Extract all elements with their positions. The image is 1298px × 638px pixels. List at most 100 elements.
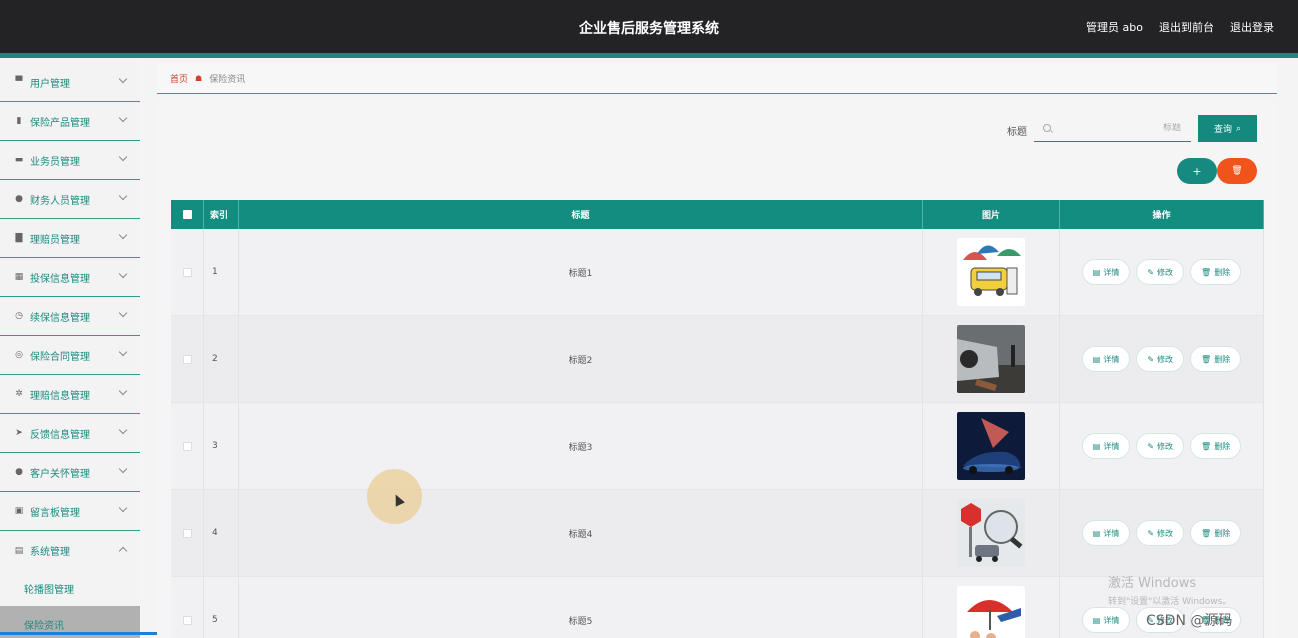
sidebar-item-feedback[interactable]: ➤ 反馈信息管理 [0,414,140,453]
chevron-down-icon [118,464,128,474]
doc-icon: ▤ [14,545,24,556]
delete-button[interactable]: 🗑 删除 [1190,433,1242,459]
sidebar-item-care[interactable]: ● 客户关怀管理 [0,453,140,492]
row-thumbnail [957,412,1025,480]
row-index: 2 [204,316,239,402]
add-button[interactable]: + [1177,158,1217,184]
table-row: 4 标题4 ▤ 详情 ✎ 修改 🗑 删除 [171,490,1264,577]
header-actions: 管理员 abo 退出到前台 退出登录 [1086,19,1274,35]
sidebar-item-finance[interactable]: ● 财务人员管理 [0,180,140,219]
trash-icon: 🗑 [1201,441,1212,451]
edit-button[interactable]: ✎ 修改 [1136,433,1185,459]
search-input[interactable] [1057,123,1187,133]
detail-icon: ▤ [1092,354,1101,364]
detail-button[interactable]: ▤ 详情 [1081,607,1131,633]
edit-button[interactable]: ✎ 修改 [1136,520,1185,546]
edit-button[interactable]: ✎ 修改 [1136,259,1185,285]
chevron-down-icon [118,503,128,513]
search-field [1034,115,1191,142]
detail-button[interactable]: ▤ 详情 [1081,259,1131,285]
sidebar-item-claimer[interactable]: ▇ 理赔员管理 [0,219,140,258]
table-row: 3 标题3 ▤ 详情 ✎ 修改 🗑 删除 [171,403,1264,490]
delete-button[interactable]: 🗑 删除 [1190,346,1242,372]
detail-button[interactable]: ▤ 详情 [1081,346,1131,372]
chevron-down-icon [118,113,128,123]
home-icon: ☗ [195,73,203,83]
detail-icon: ▤ [1092,528,1101,538]
table-body: 1 标题1 ▤ 详情 ✎ 修改 🗑 删除 2 标题2 ▤ 详情 ✎ 修改 🗑 删… [171,229,1264,638]
select-all-checkbox[interactable] [182,210,192,219]
edit-icon: ✎ [1147,528,1155,538]
clock-icon: ◷ [15,311,23,321]
row-checkbox[interactable] [182,267,192,277]
row-title: 标题1 [239,229,923,315]
row-index: 1 [204,229,239,315]
edit-icon: ✎ [1147,441,1155,451]
circle-icon: ◎ [15,350,23,360]
sidebar-item-salesman[interactable]: ▬ 业务员管理 [0,141,140,180]
header-action: 操作 [1060,200,1264,229]
bar-chart-icon: ▇ [15,233,23,243]
detail-button[interactable]: ▤ 详情 [1081,433,1131,459]
trash-icon: 🗑 [1201,528,1212,538]
trash-icon: 🗑 [1201,267,1212,277]
search-button[interactable]: 查询 ⌕ [1198,115,1257,142]
search-icon: ⌕ [1235,123,1242,134]
compass-icon: ✲ [15,389,23,399]
detail-icon: ▤ [1092,267,1101,277]
chevron-down-icon [118,269,128,279]
send-icon: ➤ [15,428,23,438]
chevron-down-icon [118,308,128,318]
row-checkbox[interactable] [182,354,192,364]
row-thumbnail [957,238,1025,306]
back-to-front-link[interactable]: 退出到前台 [1159,19,1214,35]
edit-icon: ✎ [1147,267,1155,277]
watermark-line1: 激活 Windows [1108,576,1197,591]
csdn-watermark: CSDN @源码 [1146,613,1233,629]
chevron-down-icon [118,425,128,435]
watermark-line2: 转到"设置"以激活 Windows。 [1108,597,1232,607]
detail-button[interactable]: ▤ 详情 [1081,520,1131,546]
batch-delete-button[interactable]: 🗑 [1217,158,1257,184]
sidebar-item-contract[interactable]: ◎ 保险合同管理 [0,336,140,375]
edit-button[interactable]: ✎ 修改 [1136,346,1185,372]
row-title: 标题3 [239,403,923,489]
table-row: 5 标题5 ▤ 详情 ✎ 修改 🗑 删除 [171,577,1264,638]
row-checkbox[interactable] [182,615,192,625]
row-index: 4 [204,490,239,576]
sidebar-item-user[interactable]: ▀ 用户管理 [0,63,140,102]
logout-link[interactable]: 退出登录 [1230,19,1274,35]
row-checkbox[interactable] [182,441,192,451]
sidebar-item-board[interactable]: ▣ 留言板管理 [0,492,140,531]
delete-button[interactable]: 🗑 删除 [1190,520,1242,546]
search-label: 标题 [1007,127,1027,138]
chevron-down-icon [118,347,128,357]
row-title: 标题4 [239,490,923,576]
chevron-up-icon [118,546,128,556]
admin-user-label: 管理员 abo [1086,21,1143,34]
sidebar-subitem-carousel[interactable]: 轮播图管理 [0,570,140,606]
row-index: 5 [204,577,239,638]
news-table: 索引 标题 图片 操作 1 标题1 ▤ 详情 ✎ 修改 🗑 删除 2 标题2 ▤… [171,200,1264,638]
sidebar-item-claim[interactable]: ✲ 理赔信息管理 [0,375,140,414]
row-thumbnail [957,586,1025,638]
breadcrumb-current: 保险资讯 [209,74,246,85]
sidebar: ▀ 用户管理 ▮ 保险产品管理 ▬ 业务员管理 ● 财务人员管理 ▇ 理赔员管理 ▦ 投保信… [0,63,140,638]
top-header: 企业售后服务管理系统 管理员 abo 退出到前台 退出登录 [0,0,1298,53]
chevron-down-icon [118,386,128,396]
sidebar-item-insure[interactable]: ▦ 投保信息管理 [0,258,140,297]
select-all-cell [171,200,204,229]
detail-icon: ▤ [1092,615,1101,625]
edit-icon: ✎ [1147,354,1155,364]
trash-icon: 🗑 [1201,354,1212,364]
delete-button[interactable]: 🗑 删除 [1190,259,1242,285]
sidebar-item-system[interactable]: ▤ 系统管理 [0,531,140,570]
row-thumbnail [957,325,1025,393]
row-title: 标题5 [239,577,923,638]
sidebar-item-product[interactable]: ▮ 保险产品管理 [0,102,140,141]
row-thumbnail [957,499,1025,567]
row-checkbox[interactable] [182,528,192,538]
main-content: 标题 查询⌕ + 🗑 索引 标题 图片 操作 1 标题1 ▤详情 [157,101,1277,638]
sidebar-item-renew[interactable]: ◷ 续保信息管理 [0,297,140,336]
breadcrumb-home[interactable]: 首页 [170,72,188,85]
